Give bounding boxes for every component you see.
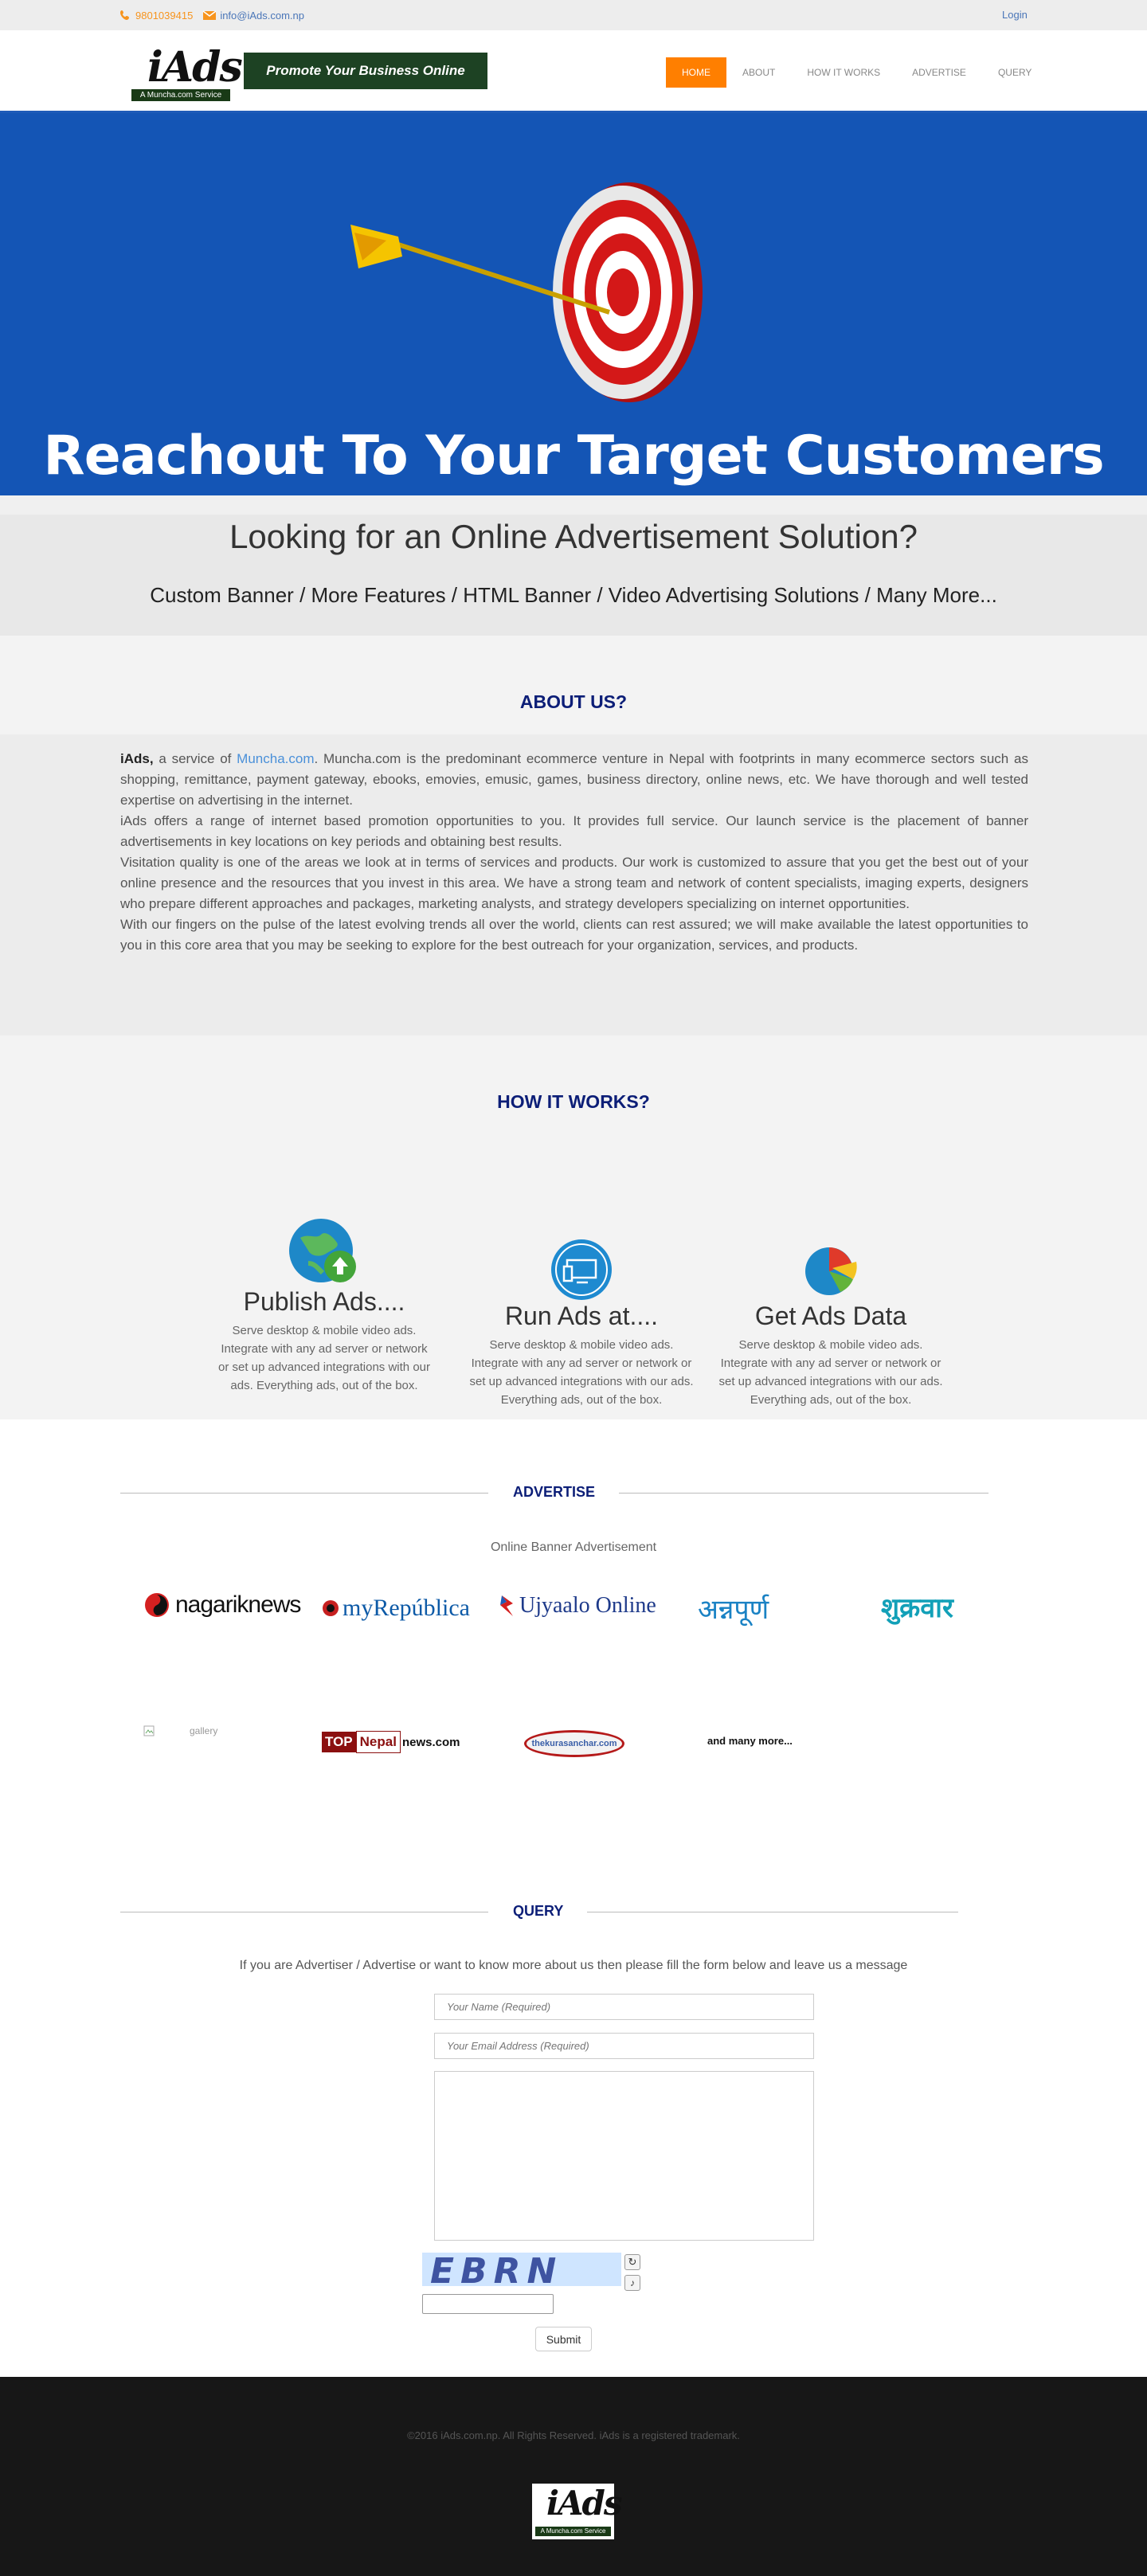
logo-shukrabar[interactable]: शुक्रवार [881, 1588, 953, 1625]
promo-banner: Promote Your Business Online [244, 53, 487, 89]
how-heading-data: Get Ads Data [754, 1302, 907, 1330]
how-title: HOW IT WORKS? [497, 1091, 650, 1112]
about-p1-a: a service of [153, 751, 237, 766]
about-title: ABOUT US? [519, 691, 628, 712]
email-link[interactable]: info@iAds.com.np [220, 10, 304, 22]
logo-text: iAds [147, 43, 243, 92]
top-nepal-news: news.com [401, 1735, 460, 1749]
looking-band [0, 495, 1147, 636]
nav-home[interactable]: HOME [666, 57, 726, 88]
muncha-link[interactable]: Muncha.com [237, 751, 314, 766]
submit-button[interactable]: Submit [535, 2327, 592, 2351]
about-paragraph-3: Visitation quality is one of the areas w… [120, 855, 1028, 911]
how-text-data: Serve desktop & mobile video ads. Integr… [718, 1338, 943, 1407]
logo-gallery-broken[interactable]: gallery [143, 1725, 217, 1736]
footer-logo[interactable]: iAds A Muncha.com Service [532, 2484, 623, 2539]
broken-image-icon [143, 1725, 155, 1736]
logo-republica[interactable]: myRepública [322, 1595, 470, 1622]
top-nepal-top: TOP [322, 1732, 356, 1752]
how-col-run: Run Ads at.... Serve desktop & mobile vi… [466, 1238, 697, 1409]
login-link[interactable]: Login [1002, 9, 1028, 21]
looking-title: Looking for an Online Advertisement Solu… [229, 518, 918, 555]
logo-subtitle: A Muncha.com Service [131, 89, 230, 101]
logo-nagarik[interactable]: nagariknews [143, 1591, 301, 1619]
top-nepal-nepal: Nepal [355, 1731, 401, 1753]
query-title: QUERY [513, 1903, 564, 1919]
footer-copyright: ©2016 iAds.com.np. All Rights Reserved. … [407, 2429, 740, 2441]
looking-subtitle: Custom Banner / More Features / HTML Ban… [150, 583, 997, 607]
and-many-more: and many more... [707, 1735, 793, 1747]
nav-about[interactable]: ABOUT [726, 57, 791, 88]
how-text-run: Serve desktop & mobile video ads. Integr… [469, 1338, 694, 1407]
about-paragraph-1: iAds, a service of Muncha.com. Muncha.co… [120, 749, 1028, 811]
main-nav: HOME ABOUT HOW IT WORKS ADVERTISE QUERY [666, 57, 1047, 88]
ujyaalo-logo-text: Ujyaalo Online [519, 1593, 656, 1618]
logo-top-nepal-news[interactable]: TOP Nepal news.com [322, 1730, 460, 1754]
how-text-publish: Serve desktop & mobile video ads. Integr… [218, 1324, 430, 1392]
contact-info: 9801039415 info@iAds.com.np [119, 8, 304, 22]
nav-how-it-works[interactable]: HOW IT WORKS [791, 57, 896, 88]
captcha-input[interactable] [422, 2294, 554, 2314]
captcha-image: EBRN [422, 2253, 621, 2286]
ujyaalo-logo-icon [500, 1595, 513, 1616]
nav-advertise[interactable]: ADVERTISE [896, 57, 982, 88]
how-col-publish: Publish Ads.... Serve desktop & mobile v… [209, 1216, 440, 1395]
about-brand: iAds, [120, 751, 154, 766]
captcha-refresh-icon[interactable]: ↻ [624, 2254, 640, 2270]
captcha-audio-icon[interactable]: ♪ [624, 2275, 640, 2291]
email-input[interactable] [434, 2033, 814, 2059]
nagarik-logo-text: nagariknews [175, 1591, 301, 1618]
logo-annapurna[interactable]: अन्नपूर्ण [698, 1590, 769, 1627]
globe-upload-icon [289, 1219, 356, 1282]
about-paragraph-4: With our fingers on the pulse of the lat… [120, 917, 1028, 953]
about-paragraph-2: iAds offers a range of internet based pr… [120, 813, 1028, 849]
phone-number: 9801039415 [135, 9, 194, 22]
republica-logo-icon [323, 1600, 339, 1616]
message-textarea[interactable] [434, 2071, 814, 2241]
phone-icon [120, 10, 129, 20]
captcha-text: EBRN [430, 2253, 563, 2286]
how-heading-publish: Publish Ads.... [243, 1287, 405, 1316]
advertise-subtitle: Online Banner Advertisement [490, 1541, 657, 1554]
nav-query[interactable]: QUERY [982, 57, 1047, 88]
kurasanchar-text: thekurasanchar.com [531, 1739, 617, 1748]
mail-icon [202, 10, 217, 20]
pie-chart-icon [805, 1247, 857, 1295]
about-header-bg [0, 636, 1147, 734]
gallery-alt-text: gallery [190, 1725, 218, 1736]
hero-title: Reachout To Your Target Customers [43, 425, 1104, 487]
about-text: iAds, a service of Muncha.com. Muncha.co… [120, 749, 1028, 956]
nagarik-logo-icon [145, 1593, 169, 1617]
footer-logo-sub: A Muncha.com Service [535, 2527, 611, 2536]
logo-ujyaalo[interactable]: Ujyaalo Online [499, 1593, 656, 1619]
logo-kurasanchar[interactable]: thekurasanchar.com [524, 1730, 624, 1757]
devices-icon [551, 1239, 612, 1300]
how-heading-run: Run Ads at.... [504, 1302, 659, 1330]
query-intro: If you are Advertiser / Advertise or wan… [239, 1959, 908, 1972]
advertise-title: ADVERTISE [513, 1484, 596, 1500]
advertise-divider-left [120, 1493, 488, 1494]
how-col-data: Get Ads Data Serve desktop & mobile vide… [715, 1238, 946, 1409]
site-footer [0, 2377, 1147, 2576]
advertise-divider-right [619, 1493, 988, 1494]
republica-logo-text: myRepública [343, 1595, 470, 1621]
name-input[interactable] [434, 1994, 814, 2020]
footer-logo-text: iAds [546, 2484, 623, 2523]
